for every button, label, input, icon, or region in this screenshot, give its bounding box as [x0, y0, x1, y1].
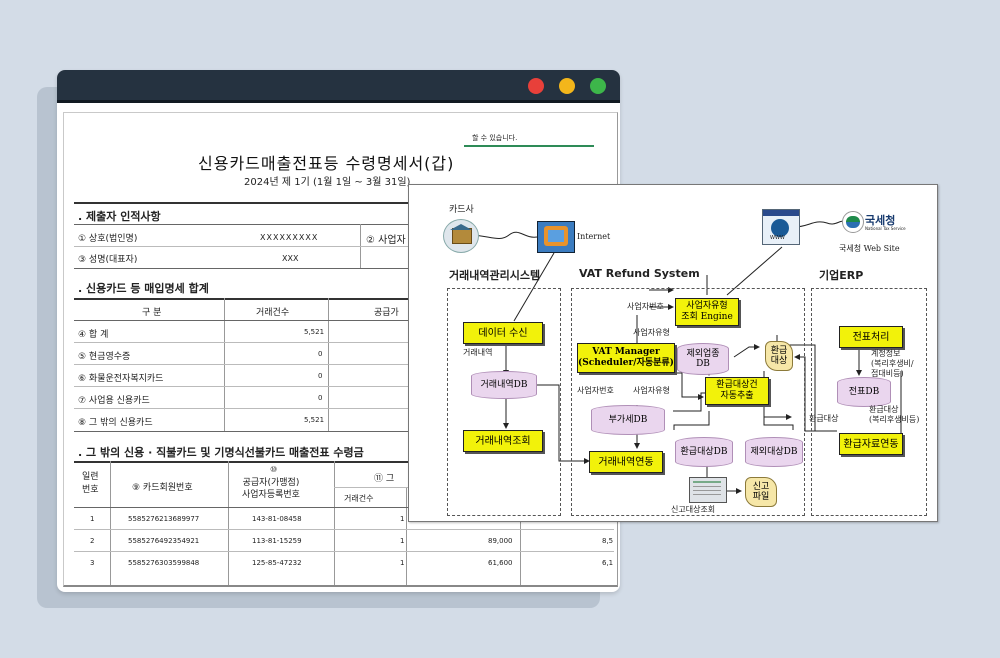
summary-row-count: 5,521 [304, 416, 325, 424]
label-refund-target: 환급대상 [809, 414, 839, 423]
label-report-query: 신고대상조회 [671, 505, 716, 514]
summary-row-count: 0 [318, 350, 323, 358]
label-biz-no-1: 사업자번호 [627, 302, 664, 311]
col-header-group: ⑪ 그 [374, 474, 395, 484]
db-voucher: 전표DB [837, 377, 891, 407]
nts-logo-icon [842, 211, 864, 233]
db-vat: 부가세DB [591, 405, 665, 435]
card-company-label: 카드사 [449, 205, 474, 215]
nts-website-icon: WWW [762, 209, 800, 245]
titlebar-divider [57, 100, 620, 103]
box-refund-extract: 환급대상건 자동추출 [705, 377, 769, 405]
summary-row-label: ⑧ 그 밖의 신용카드 [78, 418, 153, 428]
detail-row-biz: 125-85-47232 [252, 559, 302, 567]
col-header-category: 구 분 [142, 308, 162, 318]
field-value-company: XXXXXXXXX [260, 233, 319, 242]
col-header-count: 거래건수 [256, 308, 290, 318]
box-data-receive: 데이터 수신 [463, 322, 543, 344]
summary-row-count: 0 [318, 394, 323, 402]
detail-row-biz: 143-81-08458 [252, 515, 302, 523]
field-label-ceo: ③ 성명(대표자) [78, 255, 138, 265]
internet-label: Internet [577, 232, 611, 241]
box-refund-link: 환급자료연동 [839, 433, 903, 455]
close-button[interactable] [528, 78, 544, 94]
www-label: WWW [770, 235, 785, 241]
col-header-count: 거래건수 [344, 494, 374, 503]
col-header-supply: 공급가 [374, 308, 399, 318]
label-biz-type-1: 사업자유형 [633, 328, 670, 337]
vat-refund-diagram: 카드사 Internet WWW 국세청 National Tax Servic… [408, 184, 938, 522]
card-company-icon [443, 219, 479, 253]
roll-report-file: 신고 파일 [745, 477, 777, 507]
detail-row-no: 2 [90, 537, 95, 545]
section3-heading: . 그 밖의 신용 · 직불카드 및 기명식선불카드 매출전표 수령금 [78, 446, 364, 459]
box-trade-query: 거래내역조회 [463, 430, 543, 452]
col-header-supplier: 공급자(가맹점) 사업자등록번호 [242, 478, 300, 500]
label-refund-info: 환급대상 (복리후생비등) [869, 405, 920, 424]
summary-row-label: ④ 합 계 [78, 330, 109, 340]
minimize-button[interactable] [559, 78, 575, 94]
detail-row-count: 1 [400, 559, 405, 567]
label-trade-history: 거래내역 [463, 348, 493, 357]
detail-row-count: 1 [400, 537, 405, 545]
box-voucher-process: 전표처리 [839, 326, 903, 348]
section1-heading: . 제출자 인적사항 [78, 210, 161, 223]
db-trade: 거래내역DB [471, 371, 537, 399]
note-underline [464, 145, 594, 147]
db-excluded: 제외대상DB [745, 437, 803, 467]
section2-heading: . 신용카드 등 매입명세 합계 [78, 282, 209, 295]
col-header-serial: 일련 번호 [82, 472, 99, 495]
nts-site-label: 국세청 Web Site [839, 244, 900, 253]
form-title: 신용카드매출전표등 수령명세서(갑) [198, 154, 455, 173]
summary-row-label: ⑤ 현금영수증 [78, 352, 131, 362]
detail-row-count: 1 [400, 515, 405, 523]
summary-row-label: ⑦ 사업용 신용카드 [78, 396, 150, 406]
detail-row-card: 5585276213689977 [128, 515, 200, 523]
group-title-erp: 기업ERP [819, 269, 864, 282]
detail-row-amount: 61,600 [488, 559, 513, 567]
summary-row-count: 0 [318, 372, 323, 380]
nts-logo-subtext: National Tax Service [865, 226, 906, 231]
window-titlebar [57, 70, 620, 103]
summary-row-label: ⑥ 화물운전자복지카드 [78, 374, 164, 384]
detail-row-tail: 8,5 [602, 537, 614, 545]
detail-row-card: 5585276492354921 [128, 537, 200, 545]
maximize-button[interactable] [590, 78, 606, 94]
group-title-trade: 거래내역관리시스템 [449, 269, 541, 282]
form-subtitle: 2024년 제 1기 (1월 1일 ~ 3월 31일) [244, 177, 411, 188]
detail-row-card: 5585276303599848 [128, 559, 200, 567]
report-screen-icon [689, 477, 727, 503]
box-vat-manager: VAT Manager (Scheduler/자동분류) [577, 343, 675, 373]
internet-icon [537, 221, 575, 253]
box-trade-link: 거래내역연동 [589, 451, 663, 473]
detail-row-tail: 6,1 [602, 559, 614, 567]
field-label-bizno: ② 사업자 [366, 235, 406, 246]
label-biz-type-2: 사업자유형 [633, 386, 670, 395]
top-note: 할 수 있습니다. [472, 134, 518, 142]
col-header-card: ⑨ 카드회원번호 [132, 483, 193, 493]
label-biz-no-2: 사업자번호 [577, 386, 614, 395]
detail-row-amount: 89,000 [488, 537, 513, 545]
field-label-company: ① 상호(법인명) [78, 234, 138, 244]
box-biz-type-engine: 사업자유형 조회 Engine [675, 298, 739, 326]
detail-row-no: 1 [90, 515, 95, 523]
roll-refund-target: 환급 대상 [765, 341, 793, 371]
detail-row-no: 3 [90, 559, 95, 567]
label-account-info: 계정정보 (복리후생비/ 접대비등) [871, 349, 914, 378]
field-value-ceo: XXX [282, 254, 299, 263]
db-exempt: 제외업종 DB [677, 343, 729, 375]
group-title-vat: VAT Refund System [579, 267, 700, 280]
col-header-supplier-no: ⑩ [270, 465, 278, 474]
summary-row-count: 5,521 [304, 328, 325, 336]
detail-row-biz: 113-81-15259 [252, 537, 302, 545]
db-refund: 환급대상DB [675, 437, 733, 467]
